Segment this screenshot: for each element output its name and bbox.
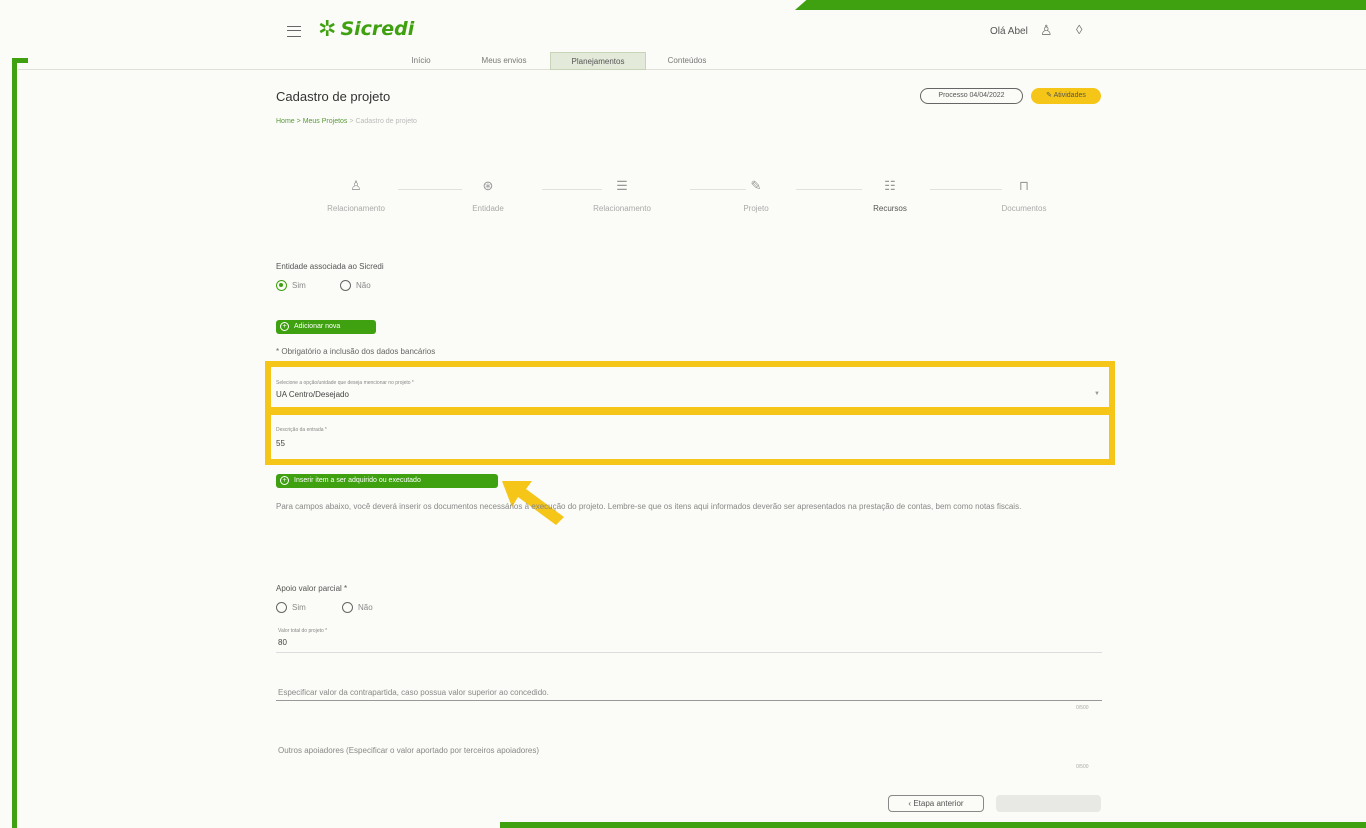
breadcrumb: Home > Meus Projetos > Cadastro de proje… <box>276 118 417 125</box>
documents-note: Para campos abaixo, você deverá inserir … <box>276 502 1022 511</box>
top-green-stripe <box>795 0 1366 10</box>
top-nav: Início Meus envios Planejamentos Conteúd… <box>18 52 1366 70</box>
radio-selected-icon <box>276 280 287 291</box>
radio-empty-icon <box>342 602 353 613</box>
other-supporters-input[interactable]: Outros apoiadores (Especificar o valor a… <box>278 746 539 755</box>
partial-radio-yes[interactable]: Sim <box>276 602 306 613</box>
left-green-stripe <box>12 58 17 828</box>
sicredi-logo-icon: ✲ <box>318 16 337 41</box>
add-new-button-label: Adicionar nova <box>294 323 341 330</box>
bottom-green-stripe <box>500 822 1366 828</box>
field-underline <box>276 700 1102 701</box>
unit-select-label: Selecione a opção/unidade que deseja men… <box>276 380 414 386</box>
add-new-button[interactable]: + Adicionar nova <box>276 320 376 334</box>
tab-planejamentos[interactable]: Planejamentos <box>550 52 646 70</box>
radio-label: Não <box>358 603 373 612</box>
entity-radio-no[interactable]: Não <box>340 280 371 291</box>
user-icon[interactable]: ♙ <box>1040 22 1053 39</box>
char-counter: 0/500 <box>1076 705 1089 711</box>
entry-description-input[interactable]: 55 <box>276 439 285 448</box>
chevron-left-icon: ‹ <box>908 799 912 808</box>
radio-label: Sim <box>292 281 306 290</box>
app-header: ✲ Sicredi Olá Abel ♙ ◊ <box>0 14 1366 50</box>
radio-label: Não <box>356 281 371 290</box>
person-icon: ♙ <box>350 178 362 193</box>
breadcrumb-home[interactable]: Home <box>276 118 295 125</box>
breadcrumb-meus-projetos[interactable]: Meus Projetos <box>303 118 348 125</box>
field-underline <box>276 652 1102 653</box>
highlight-divider <box>265 407 1115 415</box>
insert-item-button[interactable]: + Inserir item a ser adquirido ou execut… <box>276 474 498 488</box>
partial-question-label: Apoio valor parcial * <box>276 584 348 593</box>
step-label: Documentos <box>1001 204 1047 213</box>
building-icon: ⊛ <box>482 178 494 193</box>
previous-step-button[interactable]: ‹ Etapa anterior <box>888 795 984 812</box>
chevron-down-icon[interactable]: ▼ <box>1094 391 1100 397</box>
char-counter: 0/500 <box>1076 764 1089 770</box>
pencil-icon: ✎ <box>750 178 762 193</box>
tab-conteudos[interactable]: Conteúdos <box>654 52 720 70</box>
process-date-button[interactable]: Processo 04/04/2022 <box>920 88 1023 104</box>
counterpart-input[interactable]: Especificar valor da contrapartida, caso… <box>278 688 549 697</box>
step-label: Relacionamento <box>327 204 385 213</box>
page-title: Cadastro de projeto <box>276 89 391 104</box>
entity-question-label: Entidade associada ao Sicredi <box>276 262 384 271</box>
project-value-label: Valor total do projeto * <box>278 628 328 634</box>
activities-button-label: Atividades <box>1053 92 1086 99</box>
sicredi-logo[interactable]: ✲ Sicredi <box>318 16 415 41</box>
project-value-input[interactable]: 80 <box>278 638 287 647</box>
step-label: Recursos <box>873 204 907 213</box>
list-icon: ☷ <box>884 178 896 193</box>
step-label: Entidade <box>472 204 504 213</box>
previous-step-button-label: Etapa anterior <box>913 799 964 808</box>
unit-select-value[interactable]: UA Centro/Desejado <box>276 390 349 399</box>
hamburger-menu-icon[interactable] <box>287 26 301 37</box>
step-relacionamento-2[interactable]: ☰ Relacionamento <box>552 178 692 213</box>
partial-radio-no[interactable]: Não <box>342 602 373 613</box>
next-step-button[interactable] <box>996 795 1101 812</box>
step-label: Relacionamento <box>593 204 651 213</box>
document-icon: ☰ <box>616 178 628 193</box>
user-greeting: Olá Abel <box>990 26 1028 37</box>
step-relacionamento[interactable]: ♙ Relacionamento <box>286 178 426 213</box>
radio-empty-icon <box>340 280 351 291</box>
radio-empty-icon <box>276 602 287 613</box>
brand-name: Sicredi <box>340 18 415 40</box>
bookmark-icon: ⊓ <box>1018 178 1030 193</box>
step-documentos[interactable]: ⊓ Documentos <box>954 178 1094 213</box>
insert-item-button-label: Inserir item a ser adquirido ou executad… <box>294 477 421 484</box>
tab-meus-envios[interactable]: Meus envios <box>464 52 544 70</box>
bank-info-hint: * Obrigatório a inclusão dos dados bancá… <box>276 347 435 356</box>
bank-info-hint-text: Obrigatório a inclusão dos dados bancári… <box>281 347 436 356</box>
notification-bell-icon[interactable]: ◊ <box>1076 22 1082 37</box>
activities-button[interactable]: ✎ Atividades <box>1031 88 1101 104</box>
breadcrumb-current: Cadastro de projeto <box>355 118 417 125</box>
plus-circle-icon: + <box>280 322 289 331</box>
entry-description-label: Descrição da entrada * <box>276 427 327 433</box>
plus-circle-icon: + <box>280 476 289 485</box>
asterisk-icon: * <box>276 347 280 356</box>
tab-inicio[interactable]: Início <box>396 52 446 70</box>
step-recursos[interactable]: ☷ Recursos <box>820 178 960 213</box>
step-label: Projeto <box>743 204 769 213</box>
radio-label: Sim <box>292 603 306 612</box>
step-entidade[interactable]: ⊛ Entidade <box>418 178 558 213</box>
step-projeto[interactable]: ✎ Projeto <box>686 178 826 213</box>
entity-radio-yes[interactable]: Sim <box>276 280 306 291</box>
